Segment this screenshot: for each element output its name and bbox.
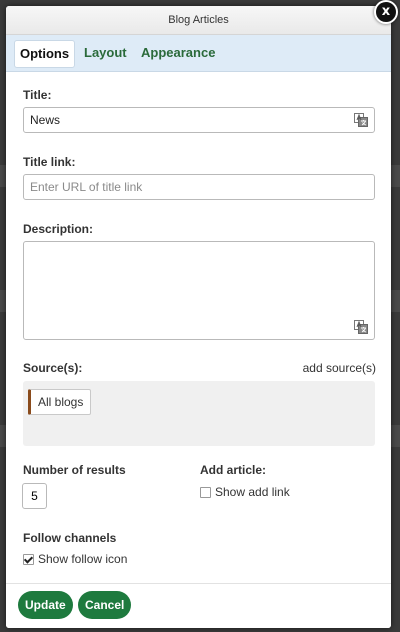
add-source-link[interactable]: add source(s) <box>303 361 376 375</box>
title-input[interactable] <box>23 107 375 133</box>
title-link-input[interactable] <box>23 174 375 200</box>
dialog-footer: Update Cancel <box>6 583 391 628</box>
number-results-label: Number of results <box>23 463 126 477</box>
description-label: Description: <box>23 222 94 236</box>
translate-icon[interactable] <box>354 320 368 334</box>
tab-options[interactable]: Options <box>14 40 76 68</box>
show-add-link-checkbox[interactable] <box>200 487 211 498</box>
source-chip-all-blogs[interactable]: All blogs <box>28 389 92 415</box>
translate-icon[interactable] <box>354 113 368 127</box>
number-results-input[interactable] <box>22 483 47 509</box>
tab-appearance[interactable]: Appearance <box>141 40 215 66</box>
show-follow-icon-label[interactable]: Show follow icon <box>38 552 127 566</box>
close-icon[interactable]: x <box>374 0 398 24</box>
description-textarea[interactable] <box>23 241 375 340</box>
add-article-label: Add article: <box>200 463 267 477</box>
title-link-label: Title link: <box>23 155 76 169</box>
follow-channels-label: Follow channels <box>23 531 117 545</box>
tab-bar: Options Layout Appearance <box>6 35 391 72</box>
cancel-button[interactable]: Cancel <box>78 591 132 619</box>
dialog-title: Blog Articles <box>6 6 391 35</box>
tab-layout[interactable]: Layout <box>84 40 127 66</box>
blog-articles-dialog: Blog Articles Options Layout Appearance … <box>6 6 391 628</box>
update-button[interactable]: Update <box>18 591 73 619</box>
show-add-link-label[interactable]: Show add link <box>215 485 290 499</box>
show-follow-icon-checkbox[interactable] <box>23 554 34 565</box>
sources-label: Source(s): <box>23 361 83 375</box>
sources-list: All blogs <box>23 381 375 446</box>
title-label: Title: <box>23 88 52 102</box>
